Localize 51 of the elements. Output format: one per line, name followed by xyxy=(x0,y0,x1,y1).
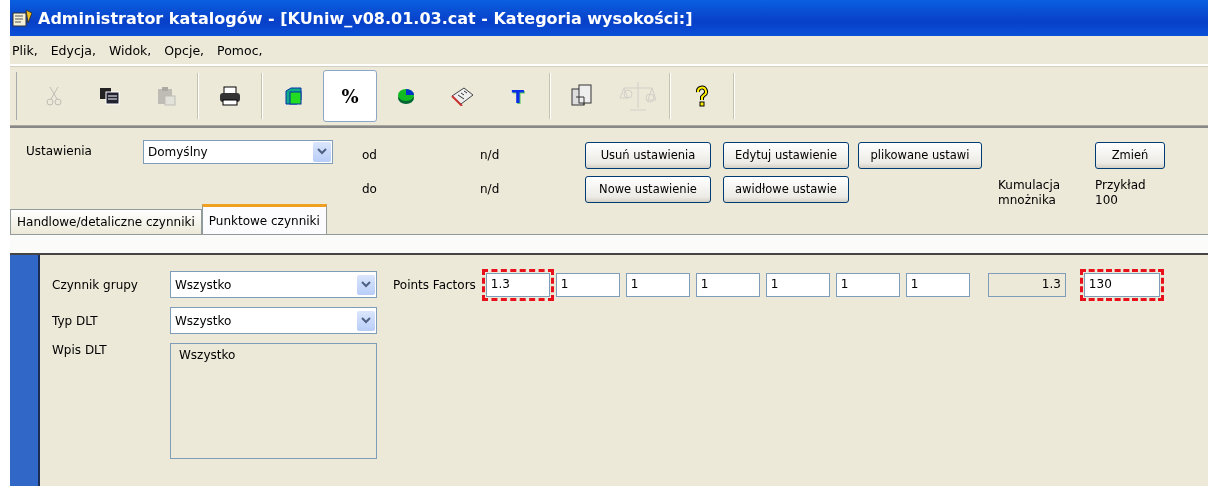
printer-icon xyxy=(219,86,241,106)
factor-field[interactable]: 1 xyxy=(835,273,900,297)
factor-field[interactable]: 1 xyxy=(555,273,620,297)
menu-item[interactable]: Pomoc, xyxy=(215,42,270,58)
settings-button[interactable]: Edytuj ustawienie xyxy=(723,141,849,169)
percent-button[interactable]: % xyxy=(323,70,377,122)
text-button[interactable]: T xyxy=(491,70,545,122)
example-value: 100 xyxy=(1095,193,1119,208)
tab[interactable]: Handlowe/detaliczne czynniki xyxy=(10,209,202,234)
menu-item[interactable]: Opcje, xyxy=(162,42,212,58)
settings-button[interactable]: Usuń ustawienia xyxy=(585,141,711,169)
scale-icon xyxy=(618,80,658,112)
settings-button[interactable]: awidłowe ustawie xyxy=(723,175,849,203)
settings-button[interactable]: plikowane ustawi xyxy=(858,141,982,169)
from-label: od xyxy=(362,148,378,162)
from-value: n/d xyxy=(480,148,501,162)
scissors-icon xyxy=(46,85,62,107)
to-value: n/d xyxy=(480,182,501,196)
dlt-entry-label: Wpis DLT xyxy=(52,343,108,357)
book-icon xyxy=(450,86,474,106)
filter-dropdown[interactable]: Wszystko xyxy=(170,271,377,298)
settings-dropdown[interactable]: Domyślny xyxy=(143,140,333,164)
factor-field[interactable]: 1 xyxy=(695,273,760,297)
factor-field[interactable]: 1 xyxy=(905,273,970,297)
factor-field[interactable]: 1 xyxy=(625,273,690,297)
copy-icon xyxy=(99,87,121,105)
change-button[interactable]: Zmień xyxy=(1095,141,1165,169)
example-field[interactable]: 130 xyxy=(1083,273,1160,297)
filter-dropdown[interactable]: Wszystko xyxy=(170,307,377,334)
settings-button[interactable]: Nowe ustawienie xyxy=(585,175,711,203)
cube-icon xyxy=(284,86,304,106)
points-factors-label: Points Factors xyxy=(393,278,476,292)
window-title: Administrator katalogów - [KUniw_v08.01.03.cat - Kategoria wysokości:] xyxy=(38,8,693,28)
cumulation-field: 1.3 xyxy=(987,273,1066,297)
menu-item[interactable]: Plik, xyxy=(10,42,45,58)
settings-label: Ustawienia xyxy=(26,143,93,158)
app-icon xyxy=(12,8,34,28)
filter-label: Czynnik grupy xyxy=(52,277,139,292)
menu-item[interactable]: Edycja, xyxy=(48,42,103,58)
cumulation-label: Kumulacja mnożnika xyxy=(998,177,1062,208)
frames-icon xyxy=(570,83,594,109)
factor-field[interactable]: 1 xyxy=(765,273,830,297)
filter-label: Typ DLT xyxy=(52,313,99,328)
pie-chart-icon xyxy=(396,86,416,106)
tab[interactable]: Punktowe czynniki xyxy=(201,204,327,234)
factor-field[interactable]: 1.3 xyxy=(485,273,550,297)
to-label: do xyxy=(362,182,378,196)
menu-item[interactable]: Widok, xyxy=(106,42,159,58)
clipboard-icon xyxy=(156,86,176,106)
question-mark-icon xyxy=(695,85,709,107)
example-label: Przykład xyxy=(1095,178,1147,193)
